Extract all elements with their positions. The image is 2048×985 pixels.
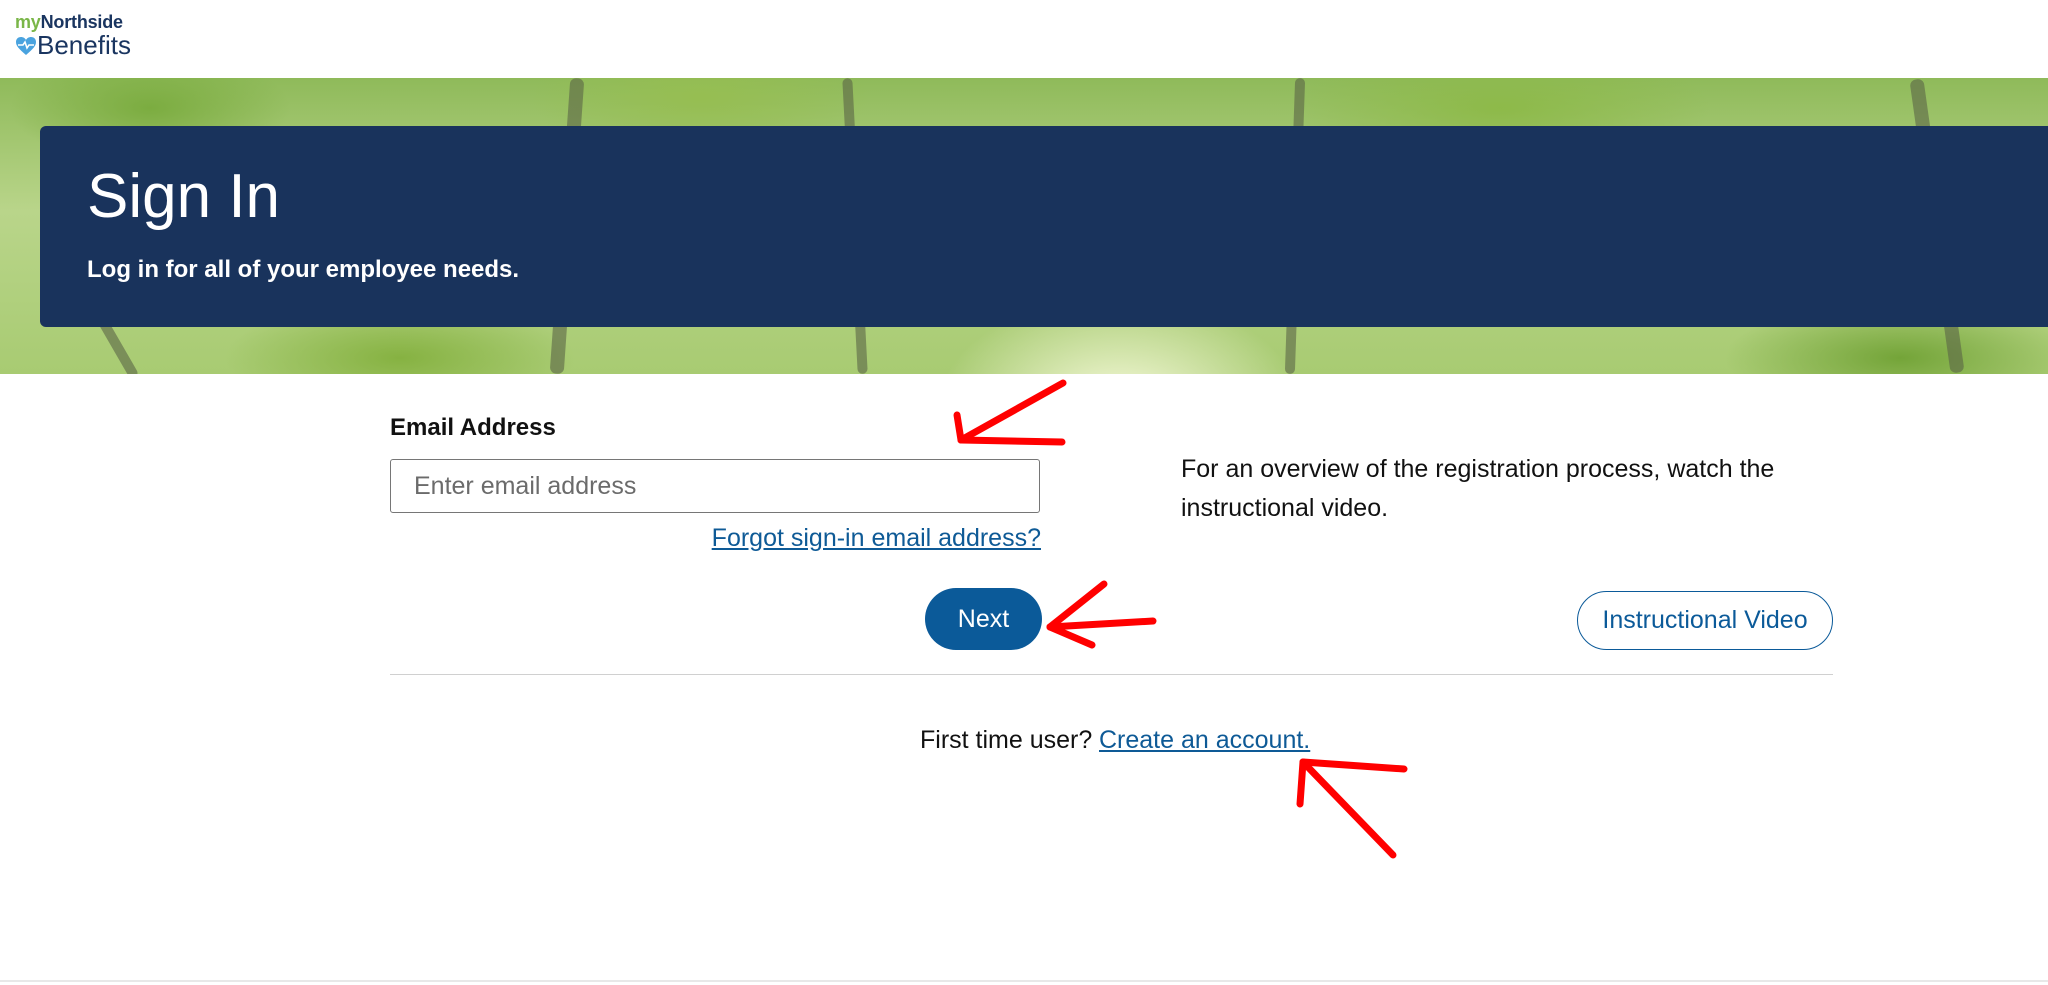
email-address-label: Email Address xyxy=(390,414,556,441)
create-account-link[interactable]: Create an account. xyxy=(1099,726,1310,755)
logo-brand: Northside xyxy=(40,12,123,32)
page-subtitle: Log in for all of your employee needs. xyxy=(87,256,520,283)
annotation-arrow-create-account xyxy=(1296,758,1408,859)
first-time-user-text: First time user? xyxy=(920,726,1093,754)
next-button[interactable]: Next xyxy=(925,588,1042,650)
heart-icon xyxy=(16,37,36,55)
site-header: myNorthside Benefits xyxy=(0,0,2048,78)
overview-text: For an overview of the registration proc… xyxy=(1181,455,1775,522)
annotation-arrow-email xyxy=(953,379,1067,446)
mynorthside-benefits-logo[interactable]: myNorthside Benefits xyxy=(15,12,145,60)
forgot-email-link[interactable]: Forgot sign-in email address? xyxy=(712,524,1041,553)
instructional-video-button[interactable]: Instructional Video xyxy=(1577,591,1833,650)
page-title: Sign In xyxy=(87,162,281,231)
sign-in-banner: Sign In Log in for all of your employee … xyxy=(40,126,2048,327)
divider xyxy=(390,674,1833,675)
annotation-arrow-next xyxy=(1046,580,1157,649)
logo-prefix: my xyxy=(15,12,41,32)
email-input[interactable] xyxy=(390,459,1040,513)
logo-product: Benefits xyxy=(37,30,131,60)
page-bottom-border xyxy=(0,980,2048,982)
